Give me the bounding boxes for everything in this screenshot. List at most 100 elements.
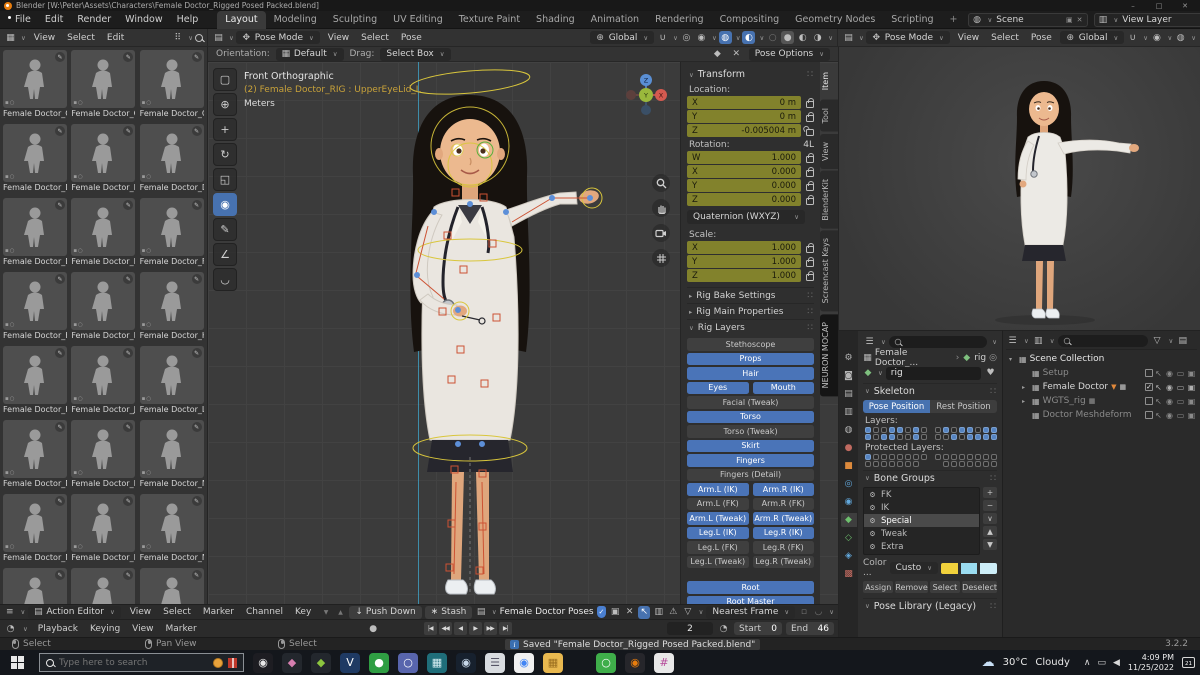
render-tab[interactable]: ◙ <box>841 369 857 383</box>
pin-icon[interactable]: ◎ <box>989 353 997 363</box>
rotation-field[interactable]: Z 0.000 <box>687 193 801 206</box>
search-icon[interactable] <box>195 33 203 42</box>
asset-item[interactable]: ✎ ▪○ Female Doctor_Hol <box>139 272 204 342</box>
asset-item[interactable]: ✎ ▪○ Female Doctor_Co.. <box>71 50 136 120</box>
bone-group-specials-button[interactable]: ∨ <box>983 513 997 524</box>
lock-icon[interactable] <box>806 242 814 253</box>
checkbox[interactable] <box>1145 411 1153 419</box>
menu-item[interactable]: Help <box>170 14 206 25</box>
auto-keying-record-icon[interactable]: ● <box>367 622 380 635</box>
physics-tab[interactable]: ◎ <box>841 477 857 491</box>
rig-layers-panel-header[interactable]: ∨ Rig Layers ∷ <box>687 319 814 335</box>
asset-menu-item[interactable]: Select <box>61 33 101 43</box>
pose-library-panel-header[interactable]: ∨ Pose Library (Legacy) ∷ <box>863 598 997 613</box>
checkbox[interactable] <box>1145 397 1153 405</box>
maximize-button[interactable]: □ <box>1148 2 1170 10</box>
n-panel-tab[interactable]: NEURON MOCAP <box>820 313 838 397</box>
display-size-icon[interactable]: ⠿ <box>171 31 184 44</box>
asset-item[interactable]: ✎ ▪○ Female Doctor_Fe.. <box>139 198 204 268</box>
outliner-row[interactable]: ▸ ▦ Female Doctor ▼ ▦ ▦ ↖ ◉ ▭ ▣ <box>1006 380 1197 394</box>
hide-eye-icon[interactable]: ◉ <box>1164 397 1175 406</box>
view-layer-selector[interactable]: ▥∨ View Layer ▣ <box>1093 12 1200 27</box>
taskbar-search[interactable] <box>39 653 244 672</box>
unlink-action-icon[interactable]: ✕ <box>624 606 636 619</box>
location-field[interactable]: Z -0.005004 m <box>687 124 801 137</box>
asset-thumbnail[interactable]: ✎ ▪○ <box>3 198 67 256</box>
color-set-dropdown[interactable]: Custo ∨ <box>889 562 938 574</box>
transform-tool[interactable]: ◉ <box>213 193 237 216</box>
secondary-3d-viewport[interactable] <box>838 47 1200 330</box>
weather-temp[interactable]: 30°C <box>1003 657 1028 668</box>
orientation-dropdown[interactable]: ▦ Default ∨ <box>275 47 344 61</box>
minimize-button[interactable]: – <box>1122 2 1144 10</box>
breadcrumb-object[interactable]: Female Doctor_... <box>875 348 953 368</box>
asset-item[interactable]: ✎ ▪○ Female Doctor_Def <box>71 124 136 194</box>
zoom-icon[interactable] <box>652 174 670 192</box>
protected-layers-row1[interactable] <box>865 454 997 460</box>
asset-item[interactable]: ✎ ▪○ <box>3 568 67 604</box>
collapsed-panel-header[interactable]: ▸ Rig Bake Settings ∷ <box>687 287 814 303</box>
playback-button[interactable]: |◀ <box>423 622 437 635</box>
add-bone-group-button[interactable]: + <box>983 487 997 498</box>
timeline-menu-item[interactable]: Marker <box>160 624 203 634</box>
steam-app[interactable]: ◉ <box>456 652 476 673</box>
bone-group-row[interactable]: ⚙ FK <box>864 488 979 501</box>
stash-button[interactable]: ∗ Stash <box>424 605 473 619</box>
transform-panel-header[interactable]: ∨ Transform ∷ <box>687 67 814 82</box>
asset-item[interactable]: ✎ ▪○ Female Doctor_Me.. <box>71 420 136 490</box>
new-scene-icon[interactable]: ▣ <box>1066 16 1073 24</box>
asset-thumbnail[interactable]: ✎ ▪○ <box>139 272 204 330</box>
asset-thumbnail[interactable]: ✎ ▪○ <box>71 272 136 330</box>
asset-thumbnail[interactable]: ✎ ▪○ <box>71 346 136 404</box>
move-down-button[interactable]: ▼ <box>983 539 997 550</box>
bone-group-action-button[interactable]: Deselect <box>962 581 998 593</box>
asset-thumbnail[interactable]: ✎ ▪○ <box>139 420 204 478</box>
selectable-icon[interactable]: ↖ <box>1153 383 1164 392</box>
viewport-menu-item[interactable]: Select <box>985 33 1025 43</box>
workspace-tab[interactable]: Texture Paint <box>451 11 528 29</box>
properties-search[interactable] <box>888 336 988 348</box>
scale-field[interactable]: Z 1.000 <box>687 269 801 282</box>
asset-thumbnail[interactable]: ✎ ▪○ <box>3 346 67 404</box>
timeline-menu-item[interactable]: Playback <box>32 624 84 634</box>
skeleton-panel-header[interactable]: ∨ Skeleton ∷ <box>863 383 997 398</box>
rig-layer-button[interactable]: Arm.R (IK) <box>752 483 814 496</box>
view-layer-tab[interactable]: ▥ <box>841 405 857 419</box>
armature-layers-row1[interactable] <box>865 427 997 433</box>
editor-type-icon[interactable]: ▤ <box>842 31 855 44</box>
select-box-tool[interactable]: ▢ <box>213 68 237 91</box>
viewport-disable-icon[interactable]: ▭ <box>1175 383 1186 392</box>
viewport-menu-item[interactable]: Select <box>355 33 395 43</box>
workspace-tab[interactable]: Compositing <box>712 11 788 29</box>
easing-icon[interactable]: ◡ <box>813 606 825 619</box>
slack-app[interactable]: # <box>654 652 674 673</box>
taskbar-clock[interactable]: 4:09 PM 11/25/2022 <box>1128 653 1174 673</box>
dope-sheet-mode-dropdown[interactable]: ▤ Action Editor ∨ <box>28 605 121 619</box>
workspace-tab[interactable]: UV Editing <box>385 11 451 29</box>
dope-sheet-menu-item[interactable]: Channel <box>240 607 289 617</box>
bone-group-action-button[interactable]: Assign <box>863 581 894 593</box>
asset-item[interactable]: ✎ ▪○ Female Doctor_No.. <box>139 420 204 490</box>
wireframe-shading-icon[interactable]: ○ <box>766 31 779 44</box>
breadcrumb-data[interactable]: rig <box>974 353 986 363</box>
asset-item[interactable]: ✎ ▪○ Female Doctor_Ha.. <box>3 272 67 342</box>
pan-hand-icon[interactable] <box>652 199 670 217</box>
frame-end-field[interactable]: End 46 <box>786 622 834 635</box>
asset-thumbnail[interactable]: ✎ ▪○ <box>71 568 136 604</box>
filter-icon[interactable]: ▽ <box>1151 335 1164 348</box>
rig-layer-button[interactable]: Mouth <box>752 381 814 394</box>
rig-layer-button[interactable]: Root Master <box>687 595 814 604</box>
workspace-tab[interactable]: + <box>942 11 966 29</box>
pose-position-button[interactable]: Pose Position <box>863 400 930 413</box>
viewport-menu-item[interactable]: Pose <box>395 33 428 43</box>
rest-position-button[interactable]: Rest Position <box>930 400 997 413</box>
object-tab[interactable]: ■ <box>841 459 857 473</box>
playback-button[interactable]: ▶▶ <box>483 622 497 635</box>
expand-icon[interactable]: ▾ <box>1009 356 1016 363</box>
checkbox[interactable] <box>1145 383 1153 391</box>
constraints-tab[interactable]: ◉ <box>841 495 857 509</box>
rig-layer-button[interactable]: Hair <box>687 367 814 380</box>
asset-item[interactable]: ✎ ▪○ Female Doctor_Me.. <box>3 420 67 490</box>
scale-tool[interactable]: ◱ <box>213 168 237 191</box>
bone-group-row[interactable]: ⚙ Tweak <box>864 527 979 540</box>
